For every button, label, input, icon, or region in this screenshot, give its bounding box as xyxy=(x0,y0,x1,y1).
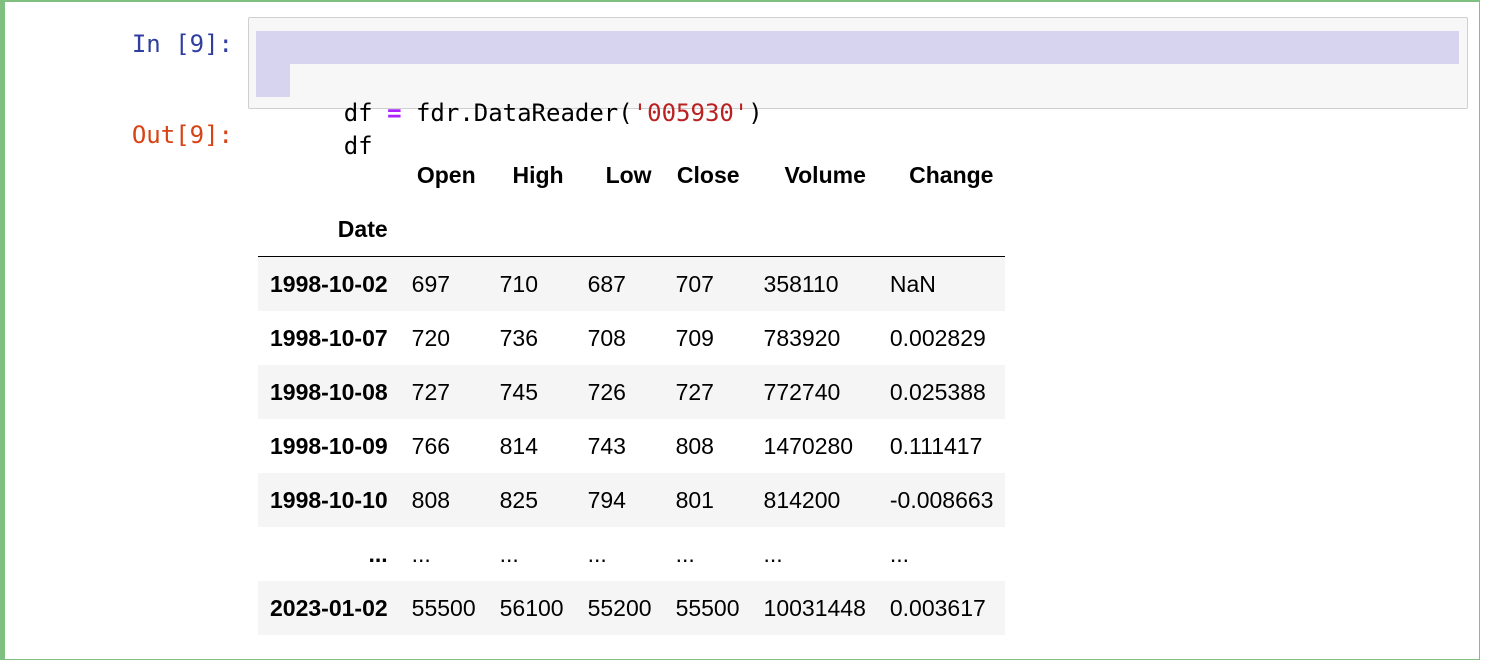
column-header: Change xyxy=(909,161,994,188)
row-index: 1998-10-10 xyxy=(270,486,388,513)
index-name-row: Date xyxy=(258,202,1006,257)
row-index: 1998-10-08 xyxy=(270,378,388,405)
column-header: Volume xyxy=(784,161,866,188)
table-cell: 697 xyxy=(411,270,451,297)
header-blank xyxy=(258,148,400,202)
table-cell: 0.003617 xyxy=(889,594,986,621)
table-cell: NaN xyxy=(889,270,936,297)
table-cell: 10031448 xyxy=(763,594,866,621)
column-header: High xyxy=(512,161,564,188)
table-cell: 55200 xyxy=(587,594,652,621)
table-cell: 1470280 xyxy=(763,432,854,459)
table-cell: 745 xyxy=(499,378,538,405)
table-cell: 727 xyxy=(675,378,714,405)
dataframe-table: Open High Low Close Volume Change Date 1… xyxy=(258,148,1006,635)
table-cell: 766 xyxy=(411,432,451,459)
table-cell: 727 xyxy=(411,378,451,405)
table-row: 1998-10-08 727 745 726 727 772740 0.025388 xyxy=(258,365,1006,419)
input-prompt: In [9]: xyxy=(131,30,233,58)
table-cell: 772740 xyxy=(763,378,841,405)
code-var: df xyxy=(343,99,373,127)
table-cell: 825 xyxy=(499,486,538,513)
table-cell: 808 xyxy=(675,432,714,459)
code-line-2[interactable]: df xyxy=(256,64,763,160)
table-cell: 710 xyxy=(499,270,538,297)
table-row: ..................... xyxy=(258,527,1005,581)
table-cell: 726 xyxy=(587,378,626,405)
table-cell: ... xyxy=(499,540,519,567)
table-cell: 814200 xyxy=(763,486,841,513)
table-cell: 783920 xyxy=(763,324,841,351)
table-cell: ... xyxy=(411,540,431,567)
table-cell: 707 xyxy=(675,270,714,297)
table-cell: 720 xyxy=(411,324,451,351)
table-row: 1998-10-07 720 736 708 709 783920 0.002829 xyxy=(258,311,1005,365)
table-cell: 55500 xyxy=(675,594,740,621)
row-index: 2023-01-02 xyxy=(270,594,388,621)
table-cell: 0.111417 xyxy=(889,432,983,459)
table-cell: 814 xyxy=(499,432,538,459)
table-row: 1998-10-10 808 825 794 801 814200 -0.008663 xyxy=(258,473,1006,527)
table-cell: 709 xyxy=(675,324,714,351)
row-index: ... xyxy=(368,540,388,567)
output-prompt: Out[9]: xyxy=(131,121,233,149)
column-header: Close xyxy=(676,161,740,188)
table-cell: 736 xyxy=(499,324,538,351)
code-operator: = xyxy=(387,99,402,127)
table-cell: -0.008663 xyxy=(889,486,994,513)
table-cell: 801 xyxy=(675,486,714,513)
code-string: '005930' xyxy=(632,99,749,127)
table-cell: 0.025388 xyxy=(889,378,986,405)
row-index: 1998-10-09 xyxy=(270,432,388,459)
table-cell: ... xyxy=(763,540,783,567)
code-line-1[interactable]: df = fdr.DataReader('005930') xyxy=(256,31,1459,127)
table-row: 2023-01-02 55500 56100 55200 55500 10031448 0.… xyxy=(258,581,1006,635)
table-cell: ... xyxy=(675,540,695,567)
table-cell: ... xyxy=(889,540,910,567)
code-call: fdr.DataReader( xyxy=(401,99,633,127)
index-name: Date xyxy=(337,215,388,242)
row-index: 1998-10-02 xyxy=(270,270,388,297)
code-editor[interactable]: df = fdr.DataReader('005930') df xyxy=(248,17,1468,160)
table-cell: 358110 xyxy=(763,270,839,297)
table-cell: 0.002829 xyxy=(889,324,986,351)
table-cell: 708 xyxy=(587,324,626,351)
code-close-paren: ) xyxy=(748,99,763,127)
table-cell: 743 xyxy=(587,432,626,459)
code-df: df xyxy=(343,132,373,160)
table-row: 1998-10-02 697 710 687 707 358110 NaN xyxy=(258,256,1006,311)
table-cell: 55500 xyxy=(411,594,476,621)
row-index: 1998-10-07 xyxy=(270,324,388,351)
table-cell: 56100 xyxy=(499,594,564,621)
table-cell: ... xyxy=(587,540,607,567)
table-cell: 808 xyxy=(411,486,451,513)
selection-highlight xyxy=(256,31,1459,64)
selection-highlight xyxy=(256,64,290,97)
column-header: Low xyxy=(605,161,652,188)
table-cell: 687 xyxy=(587,270,626,297)
column-header: Open xyxy=(416,161,476,188)
table-cell: 794 xyxy=(587,486,626,513)
table-row: 1998-10-09 766 814 743 808 1470280 0.111417 xyxy=(258,419,1005,473)
